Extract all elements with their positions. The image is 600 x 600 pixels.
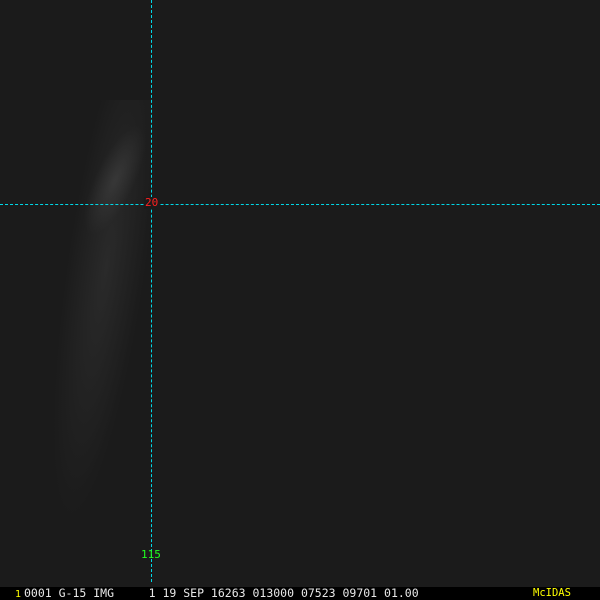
frame-number: 1 bbox=[15, 589, 22, 600]
latitude-label: 20 bbox=[144, 196, 160, 209]
latitude-grid-line bbox=[0, 204, 600, 205]
longitude-grid-line bbox=[151, 0, 152, 582]
mcidas-brand: McIDAS bbox=[533, 587, 571, 599]
satellite-image-viewer: 20 115 0001 G-15 IMG 1 19 SEP 16263 0130… bbox=[0, 0, 600, 600]
image-info-text: 0001 G-15 IMG 1 19 SEP 16263 013000 0752… bbox=[24, 586, 419, 600]
longitude-label: 115 bbox=[141, 548, 161, 561]
status-bar: 0001 G-15 IMG 1 19 SEP 16263 013000 0752… bbox=[0, 587, 600, 600]
satellite-imagery bbox=[0, 0, 600, 587]
